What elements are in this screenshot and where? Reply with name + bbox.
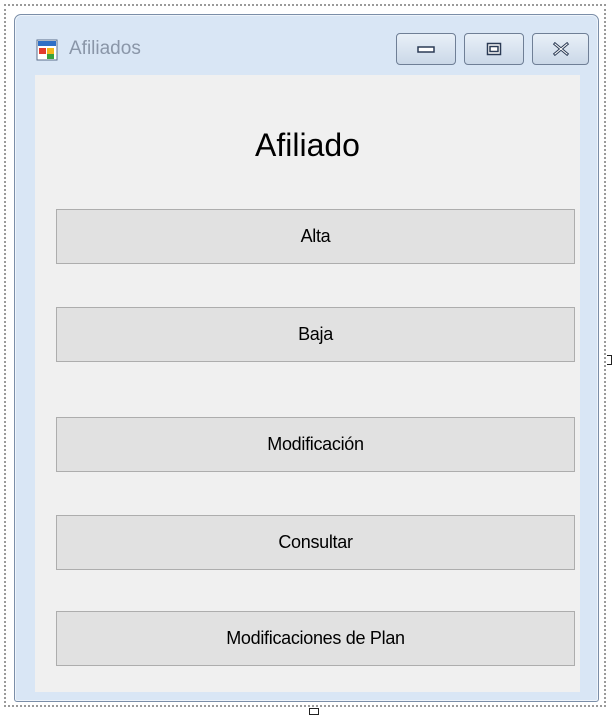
afiliados-window: Afiliados Afiliado Alta Baja Modificació… (14, 14, 599, 702)
resize-handle-bottom[interactable] (309, 708, 319, 715)
baja-button[interactable]: Baja (56, 307, 575, 362)
window-titlebar[interactable]: Afiliados (15, 15, 598, 75)
close-icon (552, 42, 569, 56)
close-button[interactable] (532, 33, 589, 65)
maximize-button[interactable] (464, 33, 524, 65)
form-app-icon[interactable] (36, 39, 58, 61)
window-title: Afiliados (69, 38, 141, 59)
resize-handle-right[interactable] (607, 355, 612, 365)
form-heading: Afiliado (255, 127, 360, 163)
modificaciones-de-plan-button[interactable]: Modificaciones de Plan (56, 611, 575, 666)
form-client-area: Afiliado Alta Baja Modificación Consulta… (35, 75, 580, 692)
maximize-icon (486, 42, 502, 56)
designer-canvas: Afiliados Afiliado Alta Baja Modificació… (0, 0, 614, 715)
minimize-icon (417, 46, 435, 53)
consultar-button[interactable]: Consultar (56, 515, 575, 570)
minimize-button[interactable] (396, 33, 456, 65)
modificacion-button[interactable]: Modificación (56, 417, 575, 472)
alta-button[interactable]: Alta (56, 209, 575, 264)
